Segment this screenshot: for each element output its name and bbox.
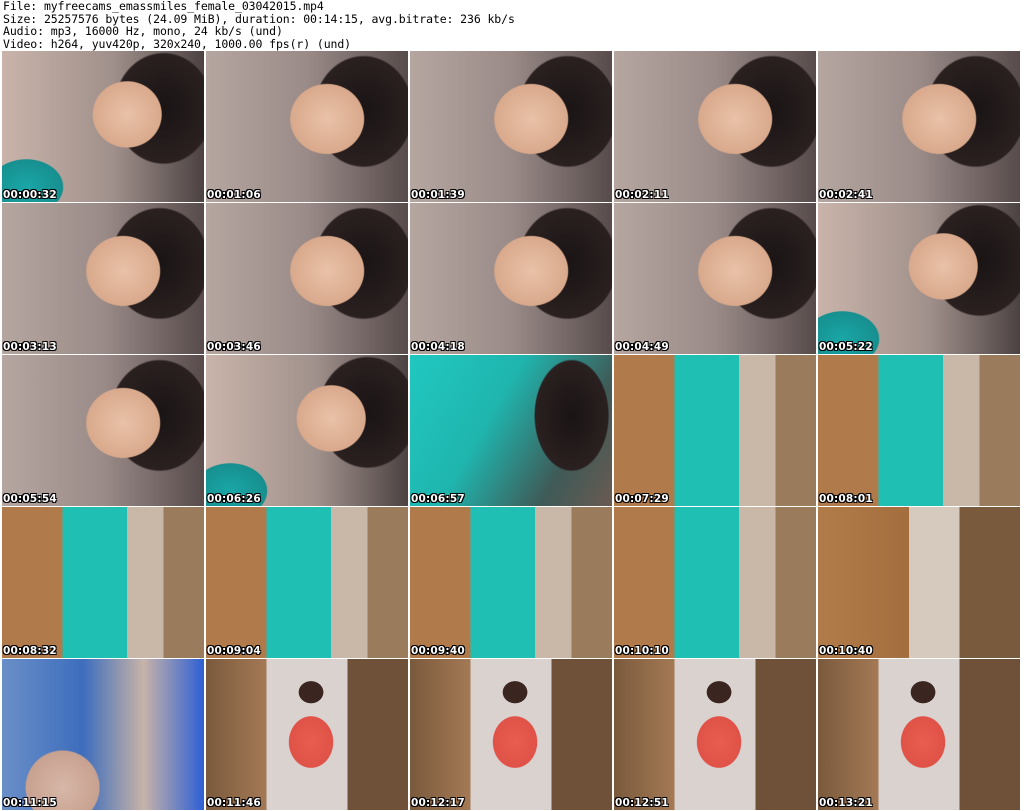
timestamp-label: 00:08:32 bbox=[3, 645, 57, 657]
thumbnail-frame-image bbox=[2, 51, 204, 202]
timestamp-label: 00:10:40 bbox=[819, 645, 873, 657]
timestamp-label: 00:09:40 bbox=[411, 645, 465, 657]
video-thumbnail: 00:09:40 bbox=[410, 507, 612, 658]
timestamp-label: 00:11:46 bbox=[207, 797, 261, 809]
thumbnail-frame-image bbox=[206, 507, 408, 658]
timestamp-label: 00:05:54 bbox=[3, 493, 57, 505]
timestamp-label: 00:03:13 bbox=[3, 341, 57, 353]
timestamp-label: 00:11:15 bbox=[3, 797, 57, 809]
thumbnail-frame-image bbox=[614, 659, 816, 810]
thumbnail-frame-image bbox=[206, 203, 408, 354]
video-thumbnail: 00:00:32 bbox=[2, 51, 204, 202]
thumbnail-frame-image bbox=[2, 659, 204, 810]
video-thumbnail: 00:11:46 bbox=[206, 659, 408, 810]
video-thumbnail: 00:02:41 bbox=[818, 51, 1020, 202]
video-thumbnail: 00:10:10 bbox=[614, 507, 816, 658]
timestamp-label: 00:04:49 bbox=[615, 341, 669, 353]
thumbnail-frame-image bbox=[614, 507, 816, 658]
thumbnail-frame-image bbox=[410, 659, 612, 810]
timestamp-label: 00:10:10 bbox=[615, 645, 669, 657]
file-info-header: File: myfreecams_emassmiles_female_03042… bbox=[3, 0, 1021, 50]
thumbnail-frame-image bbox=[2, 203, 204, 354]
timestamp-label: 00:01:39 bbox=[411, 189, 465, 201]
timestamp-label: 00:12:17 bbox=[411, 797, 465, 809]
timestamp-label: 00:06:26 bbox=[207, 493, 261, 505]
video-thumbnail: 00:08:32 bbox=[2, 507, 204, 658]
timestamp-label: 00:09:04 bbox=[207, 645, 261, 657]
video-thumbnail: 00:03:46 bbox=[206, 203, 408, 354]
video-thumbnail: 00:01:06 bbox=[206, 51, 408, 202]
thumbnail-grid: 00:00:32 00:01:06 00:01:39 00:02:11 00:02:41… bbox=[2, 51, 1022, 811]
thumbnail-frame-image bbox=[614, 355, 816, 506]
video-thumbnail: 00:06:57 bbox=[410, 355, 612, 506]
thumbnail-frame-image bbox=[818, 51, 1020, 202]
thumbnail-frame-image bbox=[614, 51, 816, 202]
video-thumbnail: 00:04:49 bbox=[614, 203, 816, 354]
audio-info-line: Audio: mp3, 16000 Hz, mono, 24 kb/s (und… bbox=[3, 24, 283, 39]
video-thumbnail: 00:11:15 bbox=[2, 659, 204, 810]
timestamp-label: 00:01:06 bbox=[207, 189, 261, 201]
timestamp-label: 00:05:22 bbox=[819, 341, 873, 353]
thumbnail-frame-image bbox=[410, 355, 612, 506]
timestamp-label: 00:06:57 bbox=[411, 493, 465, 505]
thumbnail-frame-image bbox=[614, 203, 816, 354]
thumbnail-frame-image bbox=[206, 659, 408, 810]
video-thumbnail: 00:04:18 bbox=[410, 203, 612, 354]
thumbnail-frame-image bbox=[410, 203, 612, 354]
video-thumbnail: 00:12:51 bbox=[614, 659, 816, 810]
thumbnail-frame-image bbox=[410, 507, 612, 658]
thumbnail-frame-image bbox=[2, 355, 204, 506]
video-thumbnail: 00:02:11 bbox=[614, 51, 816, 202]
thumbnail-frame-image bbox=[818, 659, 1020, 810]
video-thumbnail: 00:10:40 bbox=[818, 507, 1020, 658]
timestamp-label: 00:04:18 bbox=[411, 341, 465, 353]
video-thumbnail: 00:06:26 bbox=[206, 355, 408, 506]
thumbnail-frame-image bbox=[410, 51, 612, 202]
timestamp-label: 00:07:29 bbox=[615, 493, 669, 505]
video-thumbnail: 00:05:54 bbox=[2, 355, 204, 506]
video-thumbnail: 00:07:29 bbox=[614, 355, 816, 506]
thumbnail-frame-image bbox=[818, 507, 1020, 658]
timestamp-label: 00:03:46 bbox=[207, 341, 261, 353]
video-thumbnail: 00:08:01 bbox=[818, 355, 1020, 506]
timestamp-label: 00:02:41 bbox=[819, 189, 873, 201]
timestamp-label: 00:00:32 bbox=[3, 189, 57, 201]
timestamp-label: 00:02:11 bbox=[615, 189, 669, 201]
video-thumbnail: 00:05:22 bbox=[818, 203, 1020, 354]
video-thumbnail: 00:03:13 bbox=[2, 203, 204, 354]
video-thumbnail: 00:01:39 bbox=[410, 51, 612, 202]
file-name-line: File: myfreecams_emassmiles_female_03042… bbox=[3, 0, 324, 13]
timestamp-label: 00:12:51 bbox=[615, 797, 669, 809]
thumbnail-frame-image bbox=[206, 51, 408, 202]
timestamp-label: 00:13:21 bbox=[819, 797, 873, 809]
timestamp-label: 00:08:01 bbox=[819, 493, 873, 505]
video-thumbnail: 00:13:21 bbox=[818, 659, 1020, 810]
video-thumbnail: 00:12:17 bbox=[410, 659, 612, 810]
thumbnail-frame-image bbox=[2, 507, 204, 658]
video-info-line: Video: h264, yuv420p, 320x240, 1000.00 f… bbox=[3, 36, 352, 51]
thumbnail-frame-image bbox=[818, 203, 1020, 354]
thumbnail-frame-image bbox=[818, 355, 1020, 506]
thumbnail-frame-image bbox=[206, 355, 408, 506]
video-thumbnail: 00:09:04 bbox=[206, 507, 408, 658]
